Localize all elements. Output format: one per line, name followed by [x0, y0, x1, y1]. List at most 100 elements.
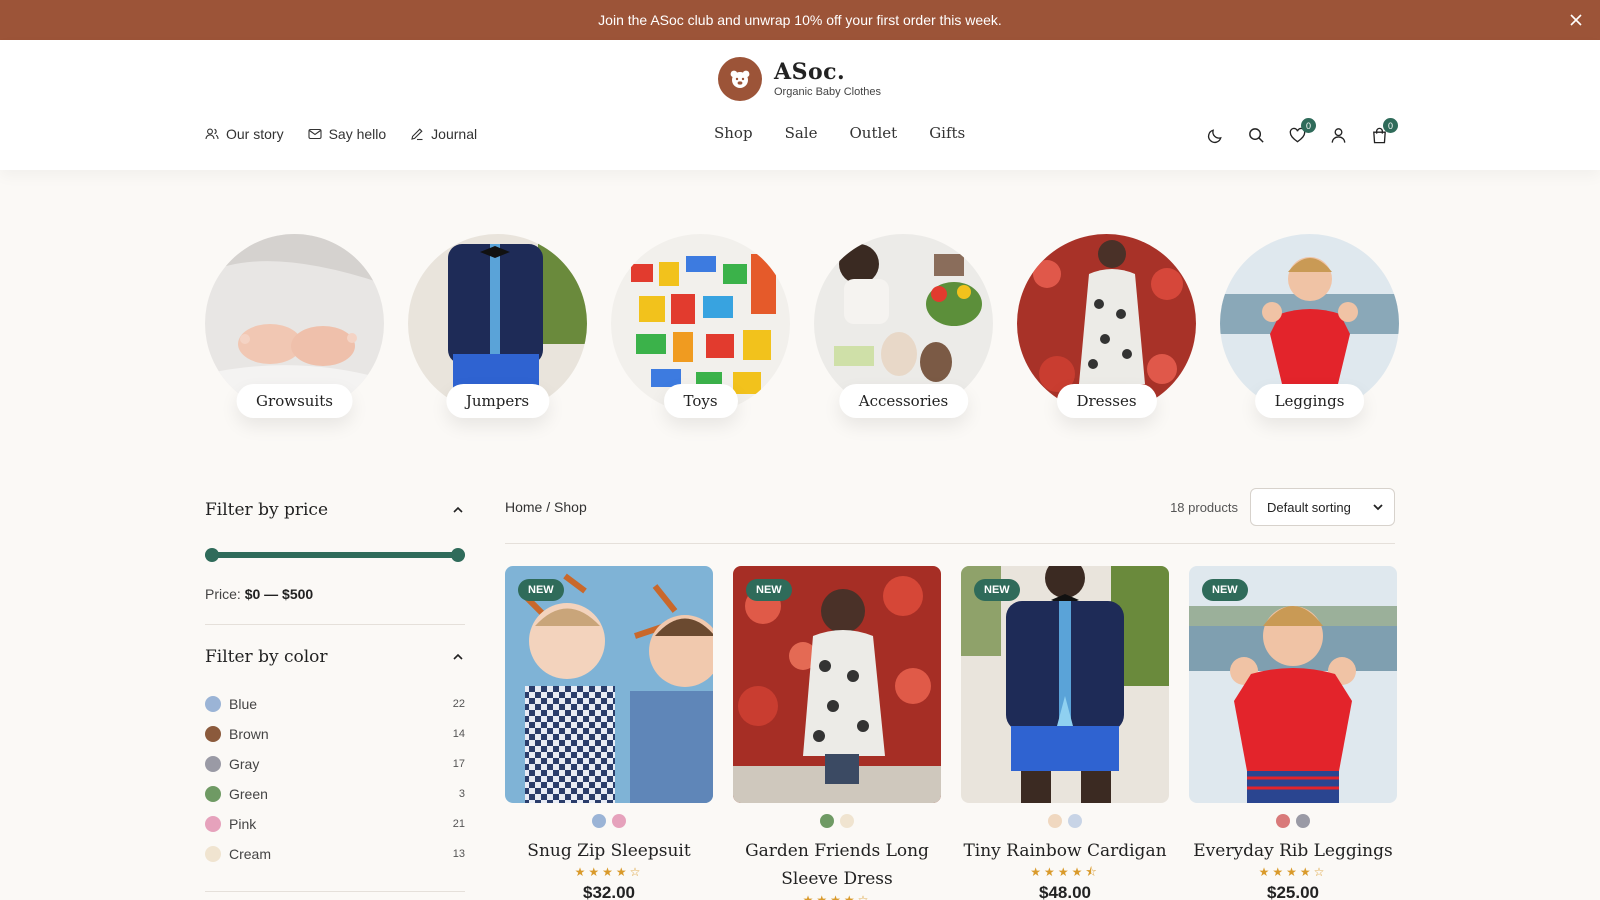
- nav-say-hello-label: Say hello: [328, 126, 387, 142]
- cart-button[interactable]: 0: [1370, 118, 1398, 145]
- category-dresses[interactable]: Dresses: [1017, 234, 1196, 424]
- product-swatch[interactable]: [1048, 814, 1062, 828]
- new-badge: NEW: [1202, 579, 1248, 601]
- color-option-brown[interactable]: Brown 14: [205, 719, 465, 749]
- category-carousel: Growsuits Jumpers Toys Accessories Dress…: [205, 234, 1399, 424]
- category-label: Toys: [663, 384, 738, 418]
- product-swatch[interactable]: [1276, 814, 1290, 828]
- bear-logo-icon: [718, 57, 762, 101]
- close-icon[interactable]: [1568, 12, 1584, 28]
- divider: [205, 624, 465, 625]
- product-swatches: [733, 814, 941, 828]
- color-option-green[interactable]: Green 3: [205, 779, 465, 809]
- user-icon: [1331, 128, 1346, 143]
- product-swatch[interactable]: [840, 814, 854, 828]
- color-count: 14: [452, 728, 465, 740]
- nav-sale[interactable]: Sale: [785, 124, 818, 142]
- price-value: $0 — $500: [244, 586, 314, 602]
- product-image[interactable]: NEW: [961, 566, 1169, 803]
- product-image[interactable]: NEW: [733, 566, 941, 803]
- product-swatch[interactable]: [1068, 814, 1082, 828]
- price-range-slider[interactable]: [205, 548, 465, 562]
- header-icons: 0 0: [1206, 118, 1398, 145]
- color-name: Gray: [229, 756, 260, 772]
- nav-say-hello[interactable]: Say hello: [308, 126, 387, 142]
- nav-outlet[interactable]: Outlet: [849, 124, 897, 142]
- product-card: NEW Everyday Rib Leggings ★★★★☆ $25.00: [1189, 566, 1397, 900]
- product-price: $25.00: [1267, 883, 1319, 900]
- price-filter-title: Filter by price: [205, 500, 329, 520]
- product-grid: NEW Snug Zip Sleepsuit ★★★★☆ $32.00 NEW …: [505, 566, 1397, 900]
- sort-value: Default sorting: [1267, 499, 1351, 515]
- color-option-pink[interactable]: Pink 21: [205, 809, 465, 839]
- product-listing: Home / Shop 18 products Default sorting …: [505, 487, 1397, 900]
- account-button[interactable]: [1329, 126, 1348, 145]
- color-option-blue[interactable]: Blue 22: [205, 689, 465, 719]
- nav-our-story-label: Our story: [226, 126, 284, 142]
- nav-our-story[interactable]: Our story: [205, 126, 284, 142]
- product-title[interactable]: Snug Zip Sleepsuit: [505, 837, 713, 865]
- category-leggings[interactable]: Leggings: [1220, 234, 1399, 424]
- announcement-text: Join the ASoc club and unwrap 10% off yo…: [598, 12, 1002, 28]
- color-option-gray[interactable]: Gray 17: [205, 749, 465, 779]
- category-label: Dresses: [1056, 384, 1157, 418]
- product-title[interactable]: Everyday Rib Leggings: [1189, 837, 1397, 865]
- price-filter-header[interactable]: Filter by price: [205, 500, 465, 520]
- nav-shop[interactable]: Shop: [714, 124, 753, 142]
- color-filter-title: Filter by color: [205, 647, 328, 667]
- color-swatch: [205, 726, 221, 742]
- product-image[interactable]: NEW: [505, 566, 713, 803]
- color-name: Green: [229, 786, 268, 802]
- wishlist-button[interactable]: 0: [1288, 118, 1316, 145]
- chevron-down-icon: [1373, 504, 1383, 511]
- product-card: NEW Garden Friends Long Sleeve Dress ★★★…: [733, 566, 941, 900]
- product-swatches: [961, 814, 1169, 828]
- main-nav: Shop Sale Outlet Gifts: [714, 124, 965, 142]
- product-rating: ★★★★⯪: [1030, 865, 1100, 879]
- product-swatch[interactable]: [592, 814, 606, 828]
- price-slider-max-handle[interactable]: [451, 548, 465, 562]
- category-label: Leggings: [1254, 384, 1365, 418]
- category-label: Accessories: [838, 384, 969, 418]
- moon-icon: [1207, 129, 1222, 144]
- new-badge: NEW: [746, 579, 792, 601]
- breadcrumb-current: Shop: [554, 499, 587, 515]
- product-price: $48.00: [1039, 883, 1091, 900]
- product-swatches: [1189, 814, 1397, 828]
- site-header: ASoc. Organic Baby Clothes Our story Say…: [0, 40, 1600, 170]
- product-title[interactable]: Tiny Rainbow Cardigan: [961, 837, 1169, 865]
- product-count: 18 products: [1170, 499, 1238, 515]
- logo[interactable]: ASoc. Organic Baby Clothes: [718, 57, 881, 101]
- search-button[interactable]: [1247, 126, 1266, 145]
- nav-journal[interactable]: Journal: [410, 126, 477, 142]
- color-count: 21: [452, 818, 465, 830]
- dark-mode-toggle[interactable]: [1206, 126, 1225, 145]
- product-swatch[interactable]: [1296, 814, 1310, 828]
- cart-count-badge: 0: [1383, 118, 1398, 133]
- search-icon: [1249, 128, 1264, 143]
- category-jumpers[interactable]: Jumpers: [408, 234, 587, 424]
- chevron-up-icon[interactable]: [451, 503, 465, 517]
- breadcrumb: Home / Shop: [505, 499, 587, 515]
- color-name: Pink: [229, 816, 257, 832]
- category-growsuits[interactable]: Growsuits: [205, 234, 384, 424]
- color-name: Brown: [229, 726, 269, 742]
- category-label: Growsuits: [236, 384, 353, 418]
- chevron-up-icon[interactable]: [451, 650, 465, 664]
- listing-toolbar: Home / Shop 18 products Default sorting: [505, 487, 1395, 527]
- pencil-icon: [411, 128, 423, 141]
- price-slider-min-handle[interactable]: [205, 548, 219, 562]
- breadcrumb-home[interactable]: Home: [505, 499, 542, 515]
- color-filter-header[interactable]: Filter by color: [205, 647, 465, 667]
- product-swatch[interactable]: [820, 814, 834, 828]
- nav-gifts[interactable]: Gifts: [929, 124, 965, 142]
- category-toys[interactable]: Toys: [611, 234, 790, 424]
- sort-select[interactable]: Default sorting: [1250, 488, 1395, 526]
- category-accessories[interactable]: Accessories: [814, 234, 993, 424]
- product-card: NEW Snug Zip Sleepsuit ★★★★☆ $32.00: [505, 566, 713, 900]
- product-title[interactable]: Garden Friends Long Sleeve Dress: [733, 837, 941, 893]
- color-filter-list: Blue 22 Brown 14 Gray 17 Green 3 Pink 21 Crea…: [205, 689, 465, 869]
- color-option-cream[interactable]: Cream 13: [205, 839, 465, 869]
- product-image[interactable]: NEW: [1189, 566, 1397, 803]
- product-swatch[interactable]: [612, 814, 626, 828]
